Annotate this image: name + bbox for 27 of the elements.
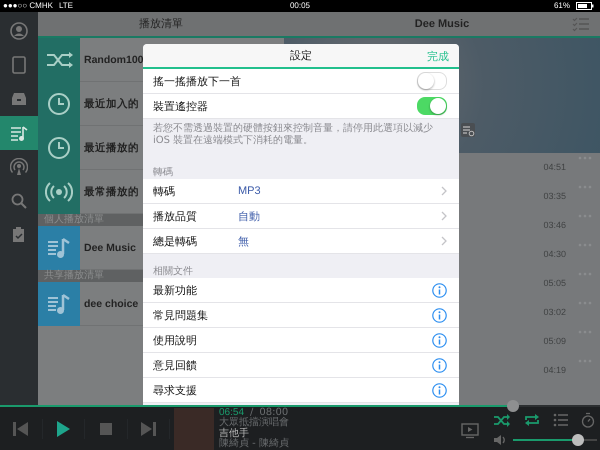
panel-title: Dee Music: [414, 18, 470, 30]
elapsed-time: 06:54: [219, 408, 244, 418]
section-header: 轉碼: [152, 166, 174, 179]
setting-label: 裝置遙控器: [153, 98, 209, 114]
track-duration: 04:19: [543, 365, 566, 375]
battery-percent: 61%: [554, 1, 570, 11]
setting-label: 搖一搖播放下一首: [153, 74, 242, 88]
footnote-text: 若您不需透過裝置的硬體按鈕來控制音量，請停用此選項以減少 iOS 裝置在遠端模式下消耗的電量。: [152, 122, 434, 148]
album-title: 大眾抵擋演唱會: [219, 418, 290, 428]
track-duration: 05:05: [543, 278, 566, 288]
track-duration: 03:35: [543, 191, 566, 201]
network-label: LTE: [58, 1, 74, 11]
clock-time: 00:05: [290, 1, 310, 11]
dialog-title: 設定: [290, 48, 312, 63]
carrier-label: ●●●○○ CMHK: [3, 1, 53, 11]
time-separator: /: [250, 408, 254, 418]
setting-value: MP3: [238, 185, 262, 197]
panel-title: 播放清單: [38, 12, 284, 38]
track-title: 吉他手: [219, 428, 250, 438]
track-duration: 05:09: [543, 336, 566, 346]
track-duration: 04:30: [543, 249, 566, 259]
track-duration: 03:02: [543, 307, 566, 317]
artist-name: 陳綺貞 - 陳綺貞: [219, 439, 290, 450]
total-time: 08:00: [259, 408, 288, 418]
track-duration: 04:51: [543, 162, 566, 172]
setting-value: 無: [238, 234, 250, 248]
track-duration: 03:46: [543, 220, 566, 230]
